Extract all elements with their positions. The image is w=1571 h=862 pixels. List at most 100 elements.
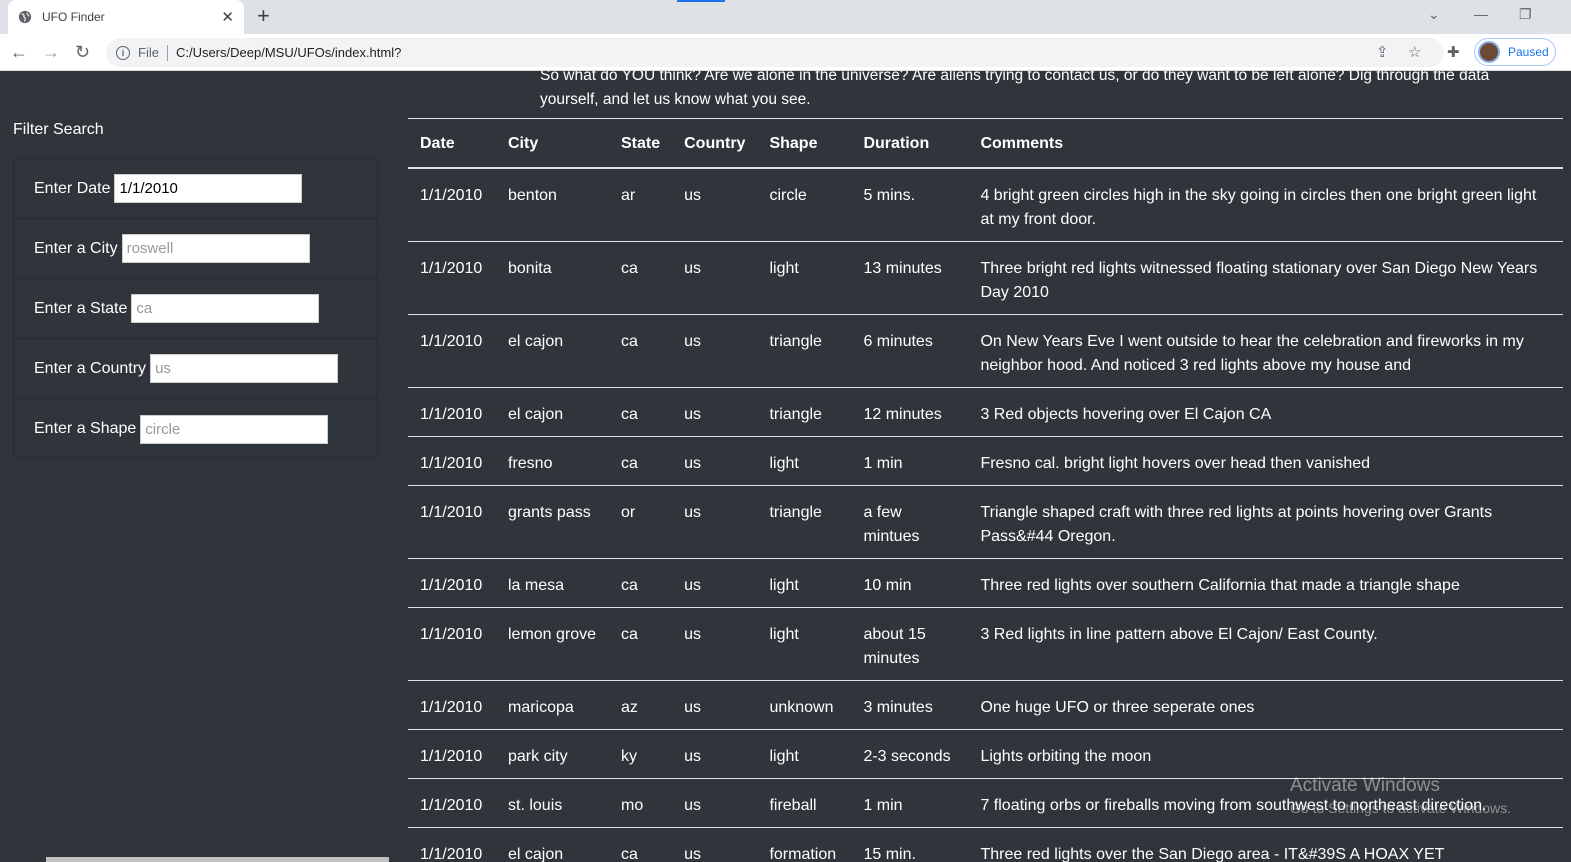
- header-country: Country: [672, 118, 758, 169]
- ufo-table-container: Date City State Country Shape Duration C…: [408, 118, 1563, 862]
- cell-country: us: [672, 827, 758, 862]
- cell-shape: light: [757, 241, 852, 315]
- close-tab-icon[interactable]: ✕: [221, 8, 234, 26]
- cell-country: us: [672, 387, 758, 437]
- cell-shape: light: [757, 607, 852, 681]
- watermark-subtitle: Go to Settings to activate Windows.: [1290, 800, 1511, 816]
- cell-country: us: [672, 729, 758, 779]
- cell-city: park city: [496, 729, 609, 779]
- table-row: 1/1/2010 la mesa ca us light 10 min Three red …: [408, 558, 1563, 608]
- cell-shape: light: [757, 558, 852, 608]
- address-bar[interactable]: i File C:/Users/Deep/MSU/UFOs/index.html…: [106, 38, 1444, 67]
- cell-shape: triangle: [757, 485, 852, 559]
- info-icon[interactable]: i: [116, 45, 130, 60]
- cell-duration: a few mintues: [851, 485, 969, 559]
- cell-duration: 1 min: [851, 436, 969, 486]
- cell-duration: 13 minutes: [851, 241, 969, 315]
- date-input[interactable]: [114, 174, 303, 203]
- cell-date: 1/1/2010: [408, 778, 496, 828]
- cell-country: us: [672, 558, 758, 608]
- cell-duration: 5 mins.: [851, 168, 969, 242]
- cell-country: us: [672, 241, 758, 315]
- table-row: 1/1/2010 el cajon ca us formation 15 min. Thre…: [408, 827, 1563, 862]
- filter-country-label: Enter a Country: [34, 359, 147, 377]
- cell-state: ky: [609, 729, 673, 779]
- intro-line-1: So what do YOU think? Are we alone in th…: [540, 71, 1490, 84]
- cell-date: 1/1/2010: [408, 729, 496, 779]
- cell-country: us: [672, 485, 758, 559]
- country-input[interactable]: [150, 354, 339, 383]
- share-icon[interactable]: ⇪: [1376, 43, 1389, 61]
- cell-country: us: [672, 314, 758, 388]
- cell-duration: 2-3 seconds: [851, 729, 969, 779]
- cell-city: la mesa: [496, 558, 609, 608]
- cell-city: fresno: [496, 436, 609, 486]
- globe-icon: [18, 10, 32, 24]
- cell-comments: On New Years Eve I went outside to hear …: [968, 314, 1563, 388]
- cell-shape: fireball: [757, 778, 852, 828]
- cell-country: us: [672, 168, 758, 242]
- cell-shape: triangle: [757, 314, 852, 388]
- bookmark-star-icon[interactable]: ☆: [1408, 43, 1421, 61]
- tab-title: UFO Finder: [42, 10, 105, 24]
- reload-icon[interactable]: ↻: [75, 42, 90, 62]
- cell-shape: formation: [757, 827, 852, 862]
- header-city: City: [496, 118, 609, 169]
- cell-duration: about 15 minutes: [851, 607, 969, 681]
- cell-date: 1/1/2010: [408, 485, 496, 559]
- shape-input[interactable]: [140, 414, 329, 444]
- cell-city: benton: [496, 168, 609, 242]
- cell-state: ca: [609, 607, 673, 681]
- forward-arrow-icon[interactable]: →: [42, 42, 60, 62]
- intro-paragraph-container: So what do YOU think? Are we alone in th…: [0, 71, 1571, 111]
- browser-tab[interactable]: UFO Finder ✕: [8, 0, 244, 34]
- cell-duration: 15 min.: [851, 827, 969, 862]
- cell-state: ca: [609, 436, 673, 486]
- browser-toolbar: ← → ↻ i File C:/Users/Deep/MSU/UFOs/inde…: [0, 34, 1571, 71]
- ufo-table: Date City State Country Shape Duration C…: [408, 118, 1563, 862]
- intro-paragraph: So what do YOU think? Are we alone in th…: [540, 71, 1540, 111]
- cell-date: 1/1/2010: [408, 436, 496, 486]
- cell-shape: light: [757, 729, 852, 779]
- minimize-icon[interactable]: —: [1474, 6, 1488, 22]
- filter-country-row: Enter a Country: [14, 339, 377, 399]
- table-header-row: Date City State Country Shape Duration C…: [408, 118, 1563, 169]
- cell-state: ca: [609, 827, 673, 862]
- cell-comments: Fresno cal. bright light hovers over hea…: [968, 436, 1563, 486]
- state-input[interactable]: [131, 294, 320, 323]
- table-row: 1/1/2010 el cajon ca us triangle 12 minutes 3 …: [408, 387, 1563, 437]
- cell-state: az: [609, 680, 673, 730]
- cell-state: ca: [609, 314, 673, 388]
- tab-search-icon[interactable]: ⌄: [1428, 6, 1440, 23]
- intro-line-2: yourself, and let us know what you see.: [540, 91, 811, 108]
- city-input[interactable]: [121, 234, 310, 263]
- restore-icon[interactable]: ❐: [1519, 6, 1532, 23]
- cell-duration: 1 min: [851, 778, 969, 828]
- extensions-puzzle-icon[interactable]: ✚: [1447, 43, 1460, 61]
- cell-comments: Three red lights over southern Californi…: [968, 558, 1563, 608]
- back-arrow-icon[interactable]: ←: [10, 42, 28, 62]
- cell-shape: circle: [757, 168, 852, 242]
- cell-country: us: [672, 607, 758, 681]
- filter-list: Enter Date Enter a City Enter a State En…: [13, 158, 378, 458]
- cell-city: el cajon: [496, 314, 609, 388]
- profile-button[interactable]: Paused: [1474, 38, 1556, 66]
- filter-date-label: Enter Date: [34, 179, 111, 197]
- filter-date-row: Enter Date: [14, 159, 377, 219]
- cell-comments: Three red lights over the San Diego area…: [968, 827, 1563, 862]
- new-tab-button[interactable]: +: [257, 4, 270, 28]
- cell-date: 1/1/2010: [408, 314, 496, 388]
- cell-comments: One huge UFO or three seperate ones: [968, 680, 1563, 730]
- table-row: 1/1/2010 park city ky us light 2-3 seconds Lig…: [408, 729, 1563, 779]
- filter-city-row: Enter a City: [14, 219, 377, 279]
- watermark-title: Activate Windows: [1290, 775, 1440, 796]
- filter-state-label: Enter a State: [34, 299, 128, 317]
- horizontal-scrollbar[interactable]: [46, 857, 389, 862]
- profile-status: Paused: [1508, 45, 1549, 59]
- filter-shape-label: Enter a Shape: [34, 420, 137, 437]
- table-body: 1/1/2010 benton ar us circle 5 mins. 4 bright …: [408, 168, 1563, 862]
- cell-duration: 10 min: [851, 558, 969, 608]
- cell-city: bonita: [496, 241, 609, 315]
- table-row: 1/1/2010 el cajon ca us triangle 6 minutes On …: [408, 314, 1563, 388]
- table-row: 1/1/2010 maricopa az us unknown 3 minutes One …: [408, 680, 1563, 730]
